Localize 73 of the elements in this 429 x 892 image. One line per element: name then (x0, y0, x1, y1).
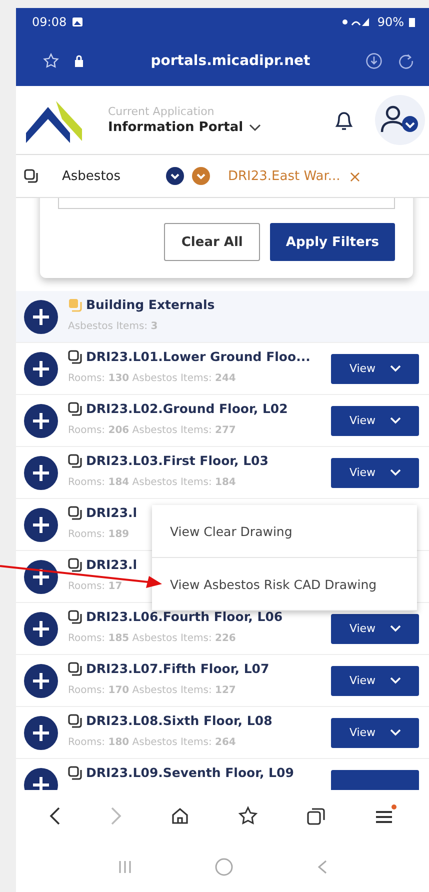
chevron-down-icon (390, 469, 401, 476)
row-details: Rooms: 206 Asbestos Items: 277 (68, 425, 236, 437)
row-details: Rooms: 180 Asbestos Items: 264 (68, 737, 236, 749)
layers-icon (68, 662, 82, 676)
reload-icon[interactable] (397, 52, 415, 70)
chevron-down-icon (390, 677, 401, 684)
star-icon[interactable] (237, 805, 260, 827)
view-dropdown-button[interactable]: View (331, 718, 419, 748)
lock-icon (74, 54, 84, 68)
layers-icon (24, 169, 38, 183)
download-icon[interactable] (365, 52, 383, 70)
row-title[interactable]: DRI23.l (86, 558, 138, 572)
clear-all-button[interactable]: Clear All (164, 223, 260, 261)
expand-icon[interactable] (24, 560, 58, 594)
status-time: 09:08 (32, 15, 67, 29)
row-title[interactable]: DRI23.l (86, 506, 138, 520)
folder-icon (68, 298, 82, 312)
layers-icon (68, 766, 82, 780)
chevron-down-icon[interactable] (166, 167, 184, 185)
row-details: Rooms: 184 Asbestos Items: 184 (68, 477, 236, 489)
module-filter[interactable]: Asbestos (62, 168, 158, 184)
row-details: Rooms: 130 Asbestos Items: 244 (68, 373, 236, 385)
home-icon[interactable] (170, 806, 190, 826)
layers-icon (68, 506, 82, 520)
row-title[interactable]: DRI23.L02.Ground Floor, L02 (86, 402, 288, 416)
row-title[interactable]: DRI23.L08.Sixth Floor, L08 (86, 714, 272, 728)
row-details: Rooms: 170 Asbestos Items: 127 (68, 685, 236, 697)
row-title[interactable]: DRI23.L01.Lower Ground Floo... (86, 350, 310, 364)
row-details: Rooms: 185 Asbestos Items: 226 (68, 633, 236, 645)
view-dropdown-button[interactable]: View (331, 458, 419, 488)
application-selector[interactable]: Information Portal (108, 120, 262, 135)
back-icon[interactable] (48, 806, 62, 826)
expand-icon[interactable] (24, 300, 58, 334)
chevron-down-icon (390, 625, 401, 632)
user-menu-button[interactable] (375, 95, 425, 145)
row-title[interactable]: DRI23.L03.First Floor, L03 (86, 454, 268, 468)
layers-icon (68, 454, 82, 468)
layers-icon (68, 350, 82, 364)
expand-icon[interactable] (24, 664, 58, 698)
view-dropdown-button[interactable]: View (331, 614, 419, 644)
image-icon (72, 17, 83, 27)
layers-icon (68, 558, 82, 572)
row-details: Asbestos Items: 3 (68, 321, 158, 333)
expand-icon[interactable] (24, 352, 58, 386)
layers-icon (68, 714, 82, 728)
row-details: Rooms: 17 (68, 581, 122, 593)
star-icon[interactable] (42, 52, 60, 70)
expand-icon[interactable] (24, 508, 58, 542)
layers-icon (68, 610, 82, 624)
expand-icon[interactable] (24, 716, 58, 750)
chevron-down-icon (390, 729, 401, 736)
view-dropdown-button[interactable]: View (331, 406, 419, 436)
row-title[interactable]: DRI23.L09.Seventh Floor, L09 (86, 766, 294, 780)
row-title[interactable]: Building Externals (86, 298, 215, 312)
layers-icon (68, 402, 82, 416)
battery-level: 90% (377, 15, 404, 29)
apply-filters-button[interactable]: Apply Filters (270, 223, 395, 261)
view-dropdown-button[interactable]: View (331, 354, 419, 384)
row-title[interactable]: DRI23.L06.Fourth Floor, L06 (86, 610, 283, 624)
chevron-down-icon (390, 417, 401, 424)
url-text[interactable]: portals.micadipr.net (110, 53, 351, 69)
expand-icon[interactable] (24, 456, 58, 490)
expand-icon[interactable] (24, 404, 58, 438)
view-dropdown-button[interactable]: View (331, 666, 419, 696)
menu-item[interactable]: View Clear Drawing (152, 505, 417, 558)
chevron-down-icon (249, 124, 262, 132)
app-caption: Current Application (108, 105, 216, 118)
row-title[interactable]: DRI23.L07.Fifth Floor, L07 (86, 662, 270, 676)
tabs-icon[interactable] (306, 806, 326, 826)
row-details: Rooms: 189 (68, 529, 130, 541)
expand-icon[interactable] (24, 612, 58, 646)
battery-icon (409, 17, 415, 27)
chevron-down-icon (390, 365, 401, 372)
